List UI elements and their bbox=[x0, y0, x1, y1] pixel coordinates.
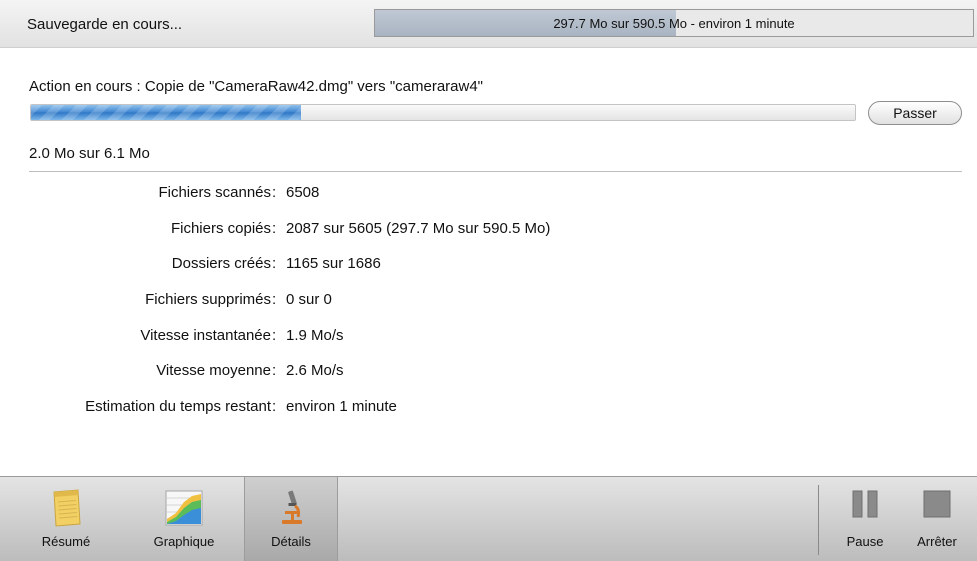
stat-value: 1.9 Mo/s bbox=[286, 326, 344, 344]
details-stats: Fichiers scannés : 6508 Fichiers copiés … bbox=[0, 184, 977, 434]
window-header: Sauvegarde en cours... 297.7 Mo sur 590.… bbox=[0, 0, 977, 48]
stat-value: environ 1 minute bbox=[286, 398, 397, 416]
stat-row-files-copied: Fichiers copiés : 2087 sur 5605 (297.7 M… bbox=[0, 220, 977, 256]
stat-separator: : bbox=[272, 398, 277, 416]
overall-progress-bar: 297.7 Mo sur 590.5 Mo - environ 1 minute bbox=[374, 9, 974, 37]
toolbar-pause-button[interactable]: Pause bbox=[832, 477, 898, 561]
toolbar-summary-label: Résumé bbox=[41, 534, 91, 549]
current-action-text: Action en cours : Copie de "CameraRaw42.… bbox=[29, 78, 483, 95]
toolbar-graph-button[interactable]: Graphique bbox=[136, 477, 232, 561]
stat-value: 2087 sur 5605 (297.7 Mo sur 590.5 Mo) bbox=[286, 219, 551, 237]
stat-label: Vitesse instantanée bbox=[140, 326, 271, 344]
stat-row-time-remaining: Estimation du temps restant : environ 1 … bbox=[0, 398, 977, 434]
stat-label: Estimation du temps restant bbox=[85, 398, 271, 416]
pause-icon bbox=[850, 489, 880, 523]
stat-separator: : bbox=[272, 362, 277, 380]
stat-separator: : bbox=[272, 184, 277, 201]
stat-label: Fichiers scannés bbox=[158, 184, 271, 201]
file-size-text: 2.0 Mo sur 6.1 Mo bbox=[29, 145, 150, 162]
stat-row-folders-created: Dossiers créés : 1165 sur 1686 bbox=[0, 255, 977, 291]
section-divider bbox=[29, 171, 962, 172]
stat-value: 6508 bbox=[286, 184, 320, 201]
file-progress-bar bbox=[30, 104, 856, 121]
microscope-icon bbox=[276, 489, 306, 531]
toolbar-summary-button[interactable]: Résumé bbox=[30, 477, 102, 561]
stat-separator: : bbox=[272, 255, 277, 273]
stat-separator: : bbox=[272, 291, 277, 309]
stat-separator: : bbox=[272, 219, 277, 237]
stat-value: 2.6 Mo/s bbox=[286, 362, 344, 380]
stat-label: Fichiers supprimés bbox=[145, 291, 271, 309]
stat-label: Dossiers créés bbox=[171, 255, 271, 273]
stat-row-files-deleted: Fichiers supprimés : 0 sur 0 bbox=[0, 291, 977, 327]
file-progress-fill bbox=[31, 105, 302, 120]
toolbar-details-button[interactable]: Détails bbox=[244, 477, 338, 561]
overall-progress-text: 297.7 Mo sur 590.5 Mo - environ 1 minute bbox=[553, 16, 795, 31]
notepad-icon bbox=[50, 489, 82, 531]
stat-value: 1165 sur 1686 bbox=[286, 255, 381, 273]
stat-label: Vitesse moyenne bbox=[156, 362, 271, 380]
toolbar-pause-label: Pause bbox=[846, 534, 884, 549]
stat-separator: : bbox=[272, 326, 277, 344]
stat-label: Fichiers copiés bbox=[170, 219, 271, 237]
skip-button[interactable]: Passer bbox=[868, 101, 962, 125]
toolbar-details-label: Détails bbox=[271, 534, 311, 549]
stat-row-instant-speed: Vitesse instantanée : 1.9 Mo/s bbox=[0, 327, 977, 363]
stat-row-average-speed: Vitesse moyenne : 2.6 Mo/s bbox=[0, 362, 977, 398]
stop-icon bbox=[922, 489, 952, 523]
toolbar-stop-button[interactable]: Arrêter bbox=[904, 477, 970, 561]
stat-row-files-scanned: Fichiers scannés : 6508 bbox=[0, 184, 977, 220]
backup-status-title: Sauvegarde en cours... bbox=[27, 16, 183, 33]
area-chart-icon bbox=[164, 489, 204, 531]
bottom-toolbar: Résumé Graphique Détails Pause Arrêter bbox=[0, 476, 977, 561]
stat-value: 0 sur 0 bbox=[286, 291, 332, 309]
toolbar-stop-label: Arrêter bbox=[917, 534, 957, 549]
toolbar-graph-label: Graphique bbox=[153, 534, 215, 549]
toolbar-divider bbox=[818, 485, 819, 555]
